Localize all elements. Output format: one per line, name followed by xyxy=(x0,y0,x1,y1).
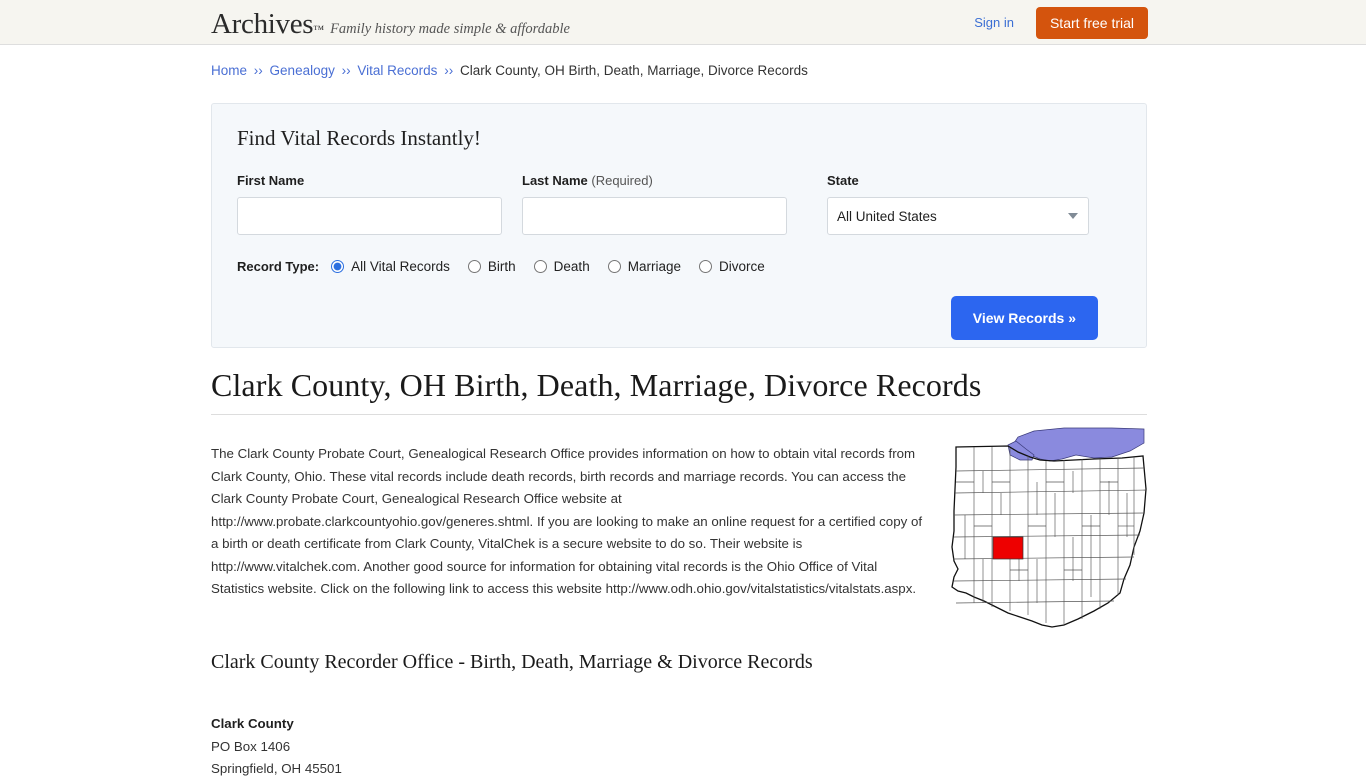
breadcrumb: Home ›› Genealogy ›› Vital Records ›› Cl… xyxy=(211,63,1366,78)
search-fields-row: First Name Last Name (Required) State Al… xyxy=(237,173,1121,235)
recorder-office-address: Clark County PO Box 1406 Springfield, OH… xyxy=(211,713,342,781)
start-free-trial-button[interactable]: Start free trial xyxy=(1035,6,1148,39)
clark-county-highlight xyxy=(992,536,1024,560)
record-type-option-all[interactable]: All Vital Records xyxy=(331,259,450,274)
brand-logo-text: Archives xyxy=(211,8,314,40)
search-submit-row: View Records » xyxy=(237,296,1121,340)
site-header: Archives ™ Family history made simple & a… xyxy=(0,0,1366,45)
record-type-option-birth-label: Birth xyxy=(487,259,516,274)
breadcrumb-item-genealogy[interactable]: Genealogy xyxy=(270,63,335,78)
record-type-option-divorce[interactable]: Divorce xyxy=(698,259,765,274)
breadcrumb-separator: ›› xyxy=(444,63,454,78)
vital-records-search-panel: Find Vital Records Instantly! First Name… xyxy=(211,103,1147,348)
sign-in-link[interactable]: Sign in xyxy=(974,15,1014,30)
last-name-label-text: Last Name xyxy=(522,173,588,188)
breadcrumb-separator: ›› xyxy=(253,63,263,78)
breadcrumb-item-vital-records[interactable]: Vital Records xyxy=(357,63,437,78)
record-type-option-death-label: Death xyxy=(553,259,590,274)
first-name-input[interactable] xyxy=(237,197,502,235)
record-type-radio-marriage[interactable] xyxy=(607,260,621,273)
record-type-radio-birth[interactable] xyxy=(467,260,481,273)
brand-tagline: Family history made simple & affordable xyxy=(330,21,570,37)
ohio-map-svg xyxy=(951,427,1147,628)
record-type-row: Record Type: All Vital Records Birth Dea… xyxy=(237,259,1121,274)
ohio-county-map xyxy=(944,427,1156,649)
last-name-label: Last Name (Required) xyxy=(522,173,787,188)
record-type-option-all-label: All Vital Records xyxy=(351,259,450,274)
record-type-label: Record Type: xyxy=(237,259,320,274)
search-panel-title: Find Vital Records Instantly! xyxy=(237,126,481,150)
last-name-required-note: (Required) xyxy=(591,173,653,188)
last-name-input[interactable] xyxy=(522,197,787,235)
breadcrumb-separator: ›› xyxy=(341,63,351,78)
state-label: State xyxy=(827,173,859,188)
header-actions: Sign in Start free trial xyxy=(974,0,1148,45)
record-type-option-marriage-label: Marriage xyxy=(627,259,681,274)
record-type-option-death[interactable]: Death xyxy=(533,259,590,274)
state-select[interactable]: All United States xyxy=(827,197,1089,235)
state-field-group: State All United States xyxy=(827,173,1089,235)
page-title: Clark County, OH Birth, Death, Marriage,… xyxy=(211,367,982,403)
view-records-button[interactable]: View Records » xyxy=(950,296,1098,340)
breadcrumb-item-home[interactable]: Home xyxy=(211,63,247,78)
address-name: Clark County xyxy=(211,716,294,731)
intro-paragraph: The Clark County Probate Court, Genealog… xyxy=(211,446,923,597)
record-type-option-birth[interactable]: Birth xyxy=(467,259,516,274)
breadcrumb-item-current: Clark County, OH Birth, Death, Marriage,… xyxy=(459,63,808,78)
recorder-office-heading: Clark County Recorder Office - Birth, De… xyxy=(211,651,813,673)
record-type-radio-all[interactable] xyxy=(331,260,345,273)
brand[interactable]: Archives ™ Family history made simple & a… xyxy=(211,10,570,39)
address-line-1: PO Box 1406 xyxy=(211,738,291,754)
address-line-2: Springfield, OH 45501 xyxy=(211,761,342,776)
record-type-option-marriage[interactable]: Marriage xyxy=(607,259,681,274)
trademark-icon: ™ xyxy=(313,24,325,36)
record-type-radio-death[interactable] xyxy=(533,260,547,273)
first-name-label: First Name xyxy=(237,173,305,188)
title-divider xyxy=(211,414,1147,415)
county-boundaries xyxy=(952,447,1146,625)
last-name-field-group: Last Name (Required) xyxy=(522,173,787,235)
record-type-radio-divorce[interactable] xyxy=(698,260,712,273)
first-name-field-group: First Name xyxy=(237,173,502,235)
record-type-option-divorce-label: Divorce xyxy=(718,259,765,274)
